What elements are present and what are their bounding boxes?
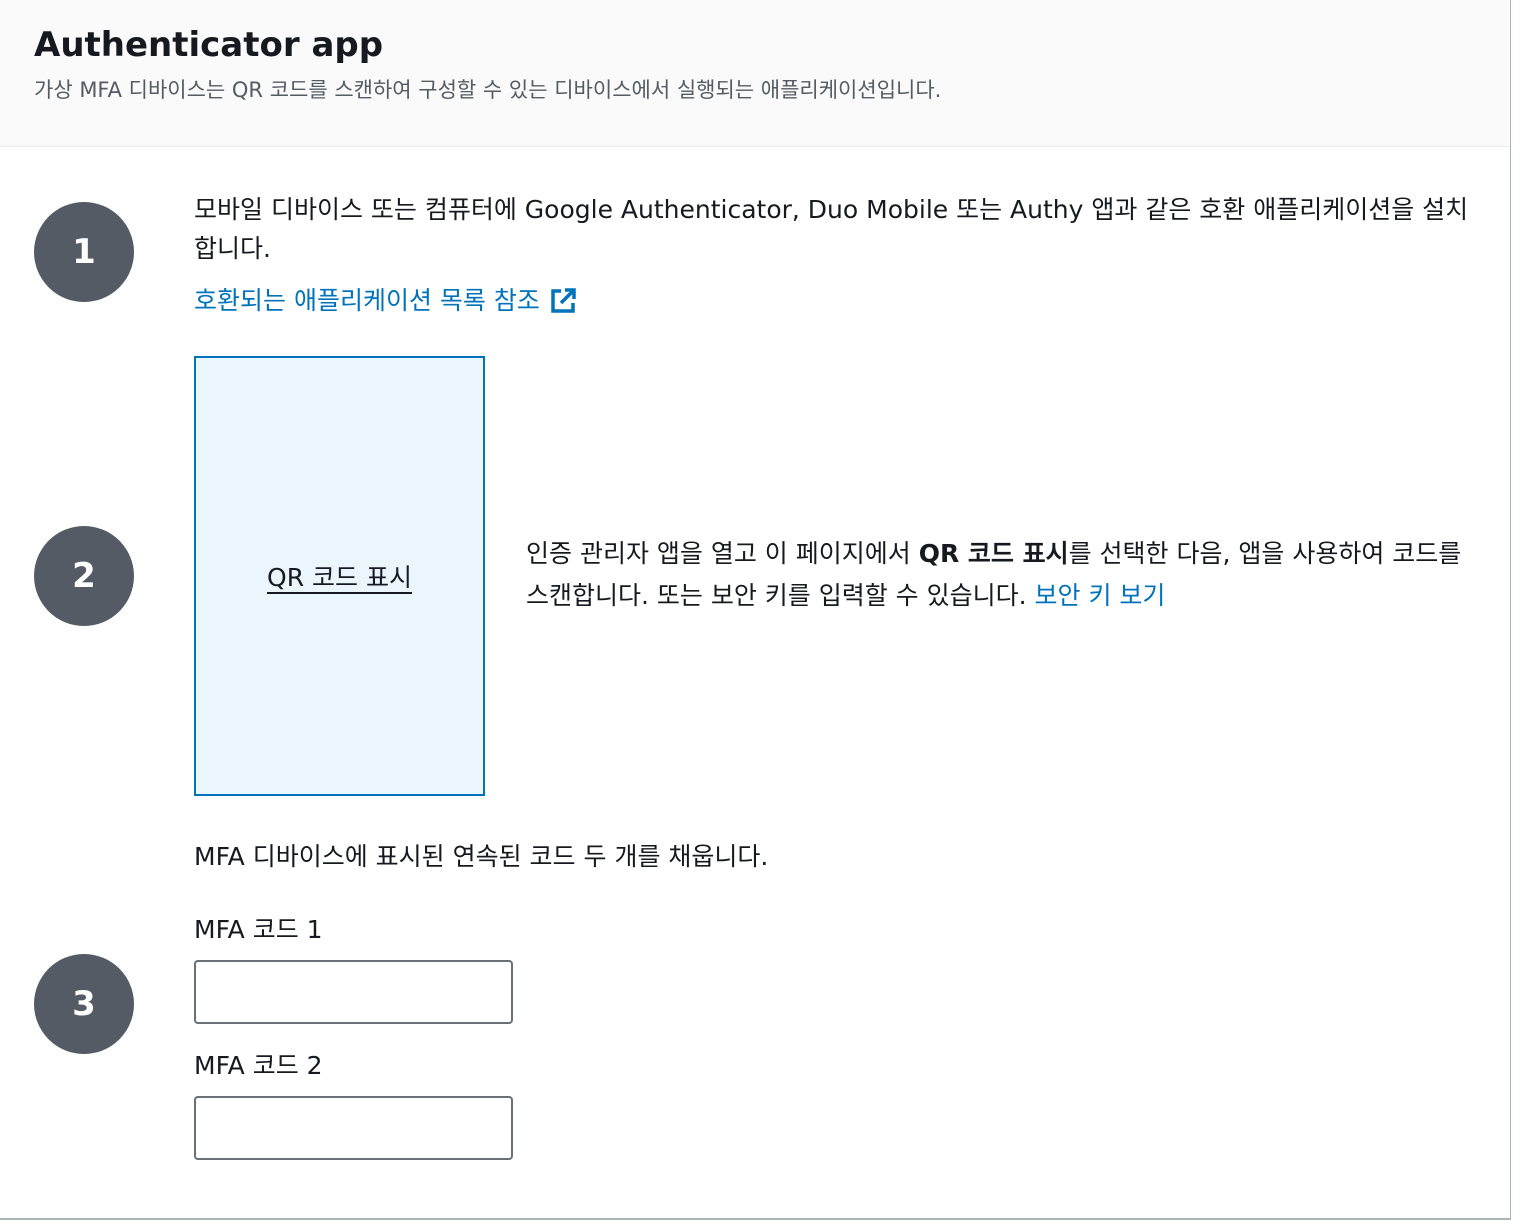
show-secret-key-link[interactable]: 보안 키 보기 [1035,581,1166,610]
step-1-number: 1 [34,202,134,302]
mfa-code-1-label: MFA 코드 1 [194,915,323,944]
show-qr-code-link[interactable]: QR 코드 표시 [267,558,412,594]
step-2-number: 2 [34,526,134,626]
mfa-code-2-label: MFA 코드 2 [194,1051,323,1080]
step-3-instructions: MFA 디바이스에 표시된 연속된 코드 두 개를 채웁니다. [194,842,769,871]
authenticator-app-panel: Authenticator app 가상 MFA 디바이스는 QR 코드를 스캔… [0,0,1511,1220]
step-2-text-bold: QR 코드 표시 [918,539,1069,568]
panel-title: Authenticator app [34,25,384,65]
step-1-instructions: 모바일 디바이스 또는 컴퓨터에 Google Authenticator, D… [194,195,1469,263]
external-link-icon [551,288,576,313]
qr-code-area[interactable]: QR 코드 표시 [194,356,485,796]
mfa-code-1-input[interactable] [194,960,513,1024]
panel-description: 가상 MFA 디바이스는 QR 코드를 스캔하여 구성할 수 있는 디바이스에서… [34,78,942,102]
step-2-instructions: 인증 관리자 앱을 열고 이 페이지에서 QR 코드 표시를 선택한 다음, 앱… [526,533,1486,617]
mfa-code-2-input[interactable] [194,1096,513,1160]
compatible-apps-link-label: 호환되는 애플리케이션 목록 참조 [194,286,540,315]
compatible-apps-link[interactable]: 호환되는 애플리케이션 목록 참조 [194,283,578,319]
step-3-number: 3 [34,954,134,1054]
panel-header: Authenticator app 가상 MFA 디바이스는 QR 코드를 스캔… [0,0,1510,147]
step-2-text-before: 인증 관리자 앱을 열고 이 페이지에서 [526,539,919,568]
